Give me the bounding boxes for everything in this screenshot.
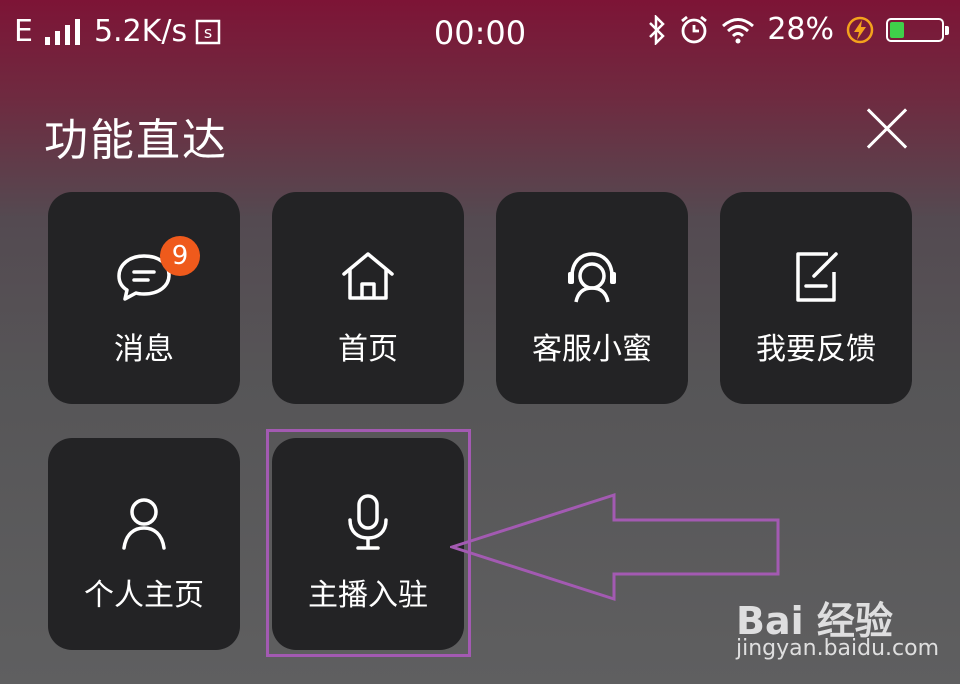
bluetooth-icon	[649, 14, 666, 45]
tile-home[interactable]: 首页	[272, 192, 464, 404]
tile-profile[interactable]: 个人主页	[48, 438, 240, 650]
tile-label: 客服小蜜	[532, 332, 652, 367]
headset-agent-icon	[568, 252, 616, 303]
close-icon[interactable]	[866, 108, 908, 150]
unread-badge: 9	[160, 236, 200, 276]
charging-icon	[846, 16, 874, 43]
tile-customer-service[interactable]: 客服小蜜	[496, 192, 688, 404]
tile-feedback[interactable]: 我要反馈	[720, 192, 912, 404]
pointer-arrow-icon	[450, 492, 780, 602]
battery-percent: 28%	[767, 12, 834, 47]
edit-note-icon	[796, 252, 838, 302]
status-bar: E 5.2K/s s 00:00 28%	[0, 0, 960, 70]
watermark-url: jingyan.baidu.com	[736, 636, 940, 661]
tile-messages[interactable]: 消息	[48, 192, 240, 404]
baidu-watermark: Bai 经验 jingyan.baidu.com	[736, 590, 940, 661]
tile-label: 个人主页	[84, 578, 204, 613]
panel-title: 功能直达	[44, 115, 228, 166]
person-icon	[122, 498, 166, 550]
tile-label: 首页	[338, 332, 398, 367]
tile-label: 消息	[114, 332, 174, 367]
battery-icon	[886, 17, 949, 42]
battery-level	[890, 21, 904, 38]
status-right: 28%	[647, 12, 949, 47]
alarm-icon	[681, 15, 708, 43]
wifi-icon	[722, 17, 755, 43]
highlight-box	[266, 429, 471, 657]
home-icon	[342, 252, 394, 300]
tile-label: 我要反馈	[756, 332, 876, 367]
